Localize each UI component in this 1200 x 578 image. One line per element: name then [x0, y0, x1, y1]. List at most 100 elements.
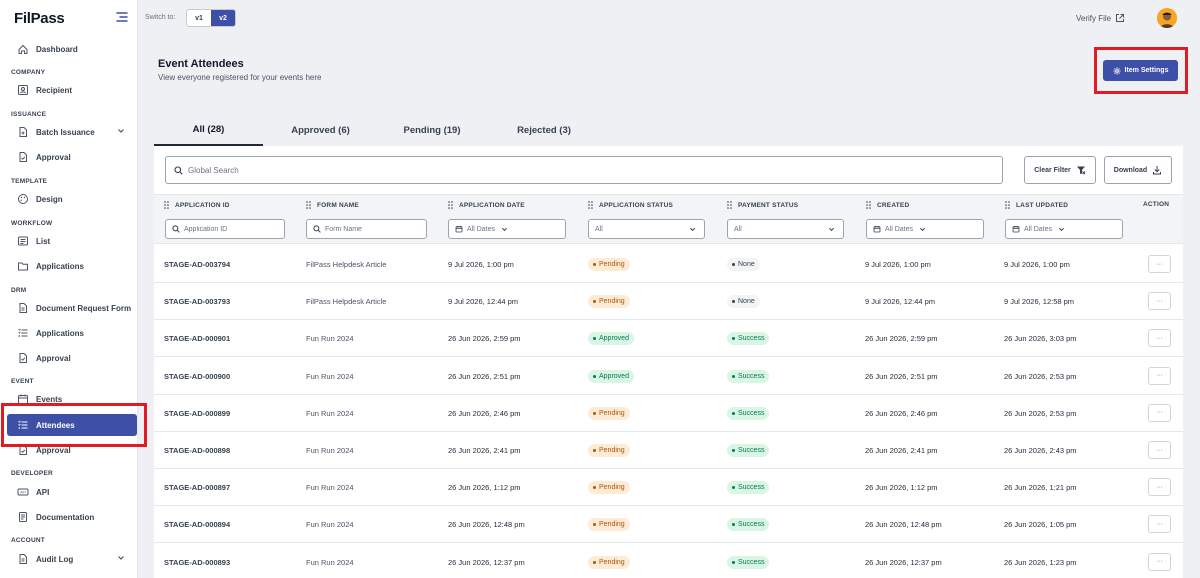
sidebar-item-design[interactable]: Design — [7, 188, 137, 210]
cell-form-name: Fun Run 2024 — [306, 557, 354, 567]
cell-application-id[interactable]: STAGE-AD-000894 — [164, 506, 230, 543]
grip-icon[interactable] — [866, 201, 871, 209]
cell-last-updated: 26 Jun 2026, 3:03 pm — [1004, 334, 1077, 344]
cell-application-id[interactable]: STAGE-AD-000901 — [164, 320, 230, 357]
documentation-icon — [17, 511, 29, 523]
cell-created: 26 Jun 2026, 2:41 pm — [865, 446, 938, 455]
clear-filter-button[interactable]: Clear Filter — [1024, 156, 1096, 184]
cell-application-id[interactable]: STAGE-AD-000899 — [164, 395, 230, 432]
filter-value: All — [595, 225, 603, 233]
download-button[interactable]: Download — [1104, 156, 1172, 184]
row-action-button[interactable]: ··· — [1148, 478, 1171, 497]
column-label: PAYMENT STATUS — [738, 201, 799, 209]
cell-payment-status: Success — [727, 432, 770, 469]
cell-application-id[interactable]: STAGE-AD-003794 — [164, 246, 230, 283]
table-row[interactable]: STAGE-AD-003794 FilPass Helpdesk Article 9… — [154, 246, 1183, 283]
cell-application-id[interactable]: STAGE-AD-003793 — [164, 283, 230, 320]
tab-rejected[interactable]: Rejected (3) — [486, 114, 602, 146]
hamburger-icon[interactable] — [116, 12, 128, 22]
page-subtitle: View everyone registered for your events… — [158, 73, 322, 82]
sidebar-item-recipient[interactable]: Recipient — [7, 79, 137, 101]
avatar[interactable] — [1157, 8, 1177, 28]
table-row[interactable]: STAGE-AD-000901 Fun Run 2024 26 Jun 2026, … — [154, 320, 1183, 358]
filter-created[interactable]: All Dates — [866, 219, 984, 239]
row-action-button[interactable]: ··· — [1148, 515, 1171, 534]
column-header-form-name[interactable]: FORM NAME — [306, 201, 359, 209]
row-action-button[interactable]: ··· — [1148, 329, 1171, 348]
column-header-last-updated[interactable]: LAST UPDATED — [1005, 201, 1068, 209]
column-header-created[interactable]: CREATED — [866, 201, 909, 209]
sidebar-item-api[interactable]: API API — [7, 481, 137, 503]
row-action-button[interactable]: ··· — [1148, 292, 1171, 311]
table-row[interactable]: STAGE-AD-000900 Fun Run 2024 26 Jun 2026, … — [154, 358, 1183, 395]
column-header-application-date[interactable]: APPLICATION DATE — [448, 201, 525, 209]
table-row[interactable]: STAGE-AD-000899 Fun Run 2024 26 Jun 2026, … — [154, 395, 1183, 432]
application-id-input[interactable] — [184, 225, 274, 233]
sidebar-item-documentation[interactable]: Documentation — [7, 506, 137, 528]
cell-last-updated: 26 Jun 2026, 1:21 pm — [1004, 483, 1077, 493]
column-header-application-id[interactable]: APPLICATION ID — [164, 201, 230, 209]
row-action-button[interactable]: ··· — [1148, 441, 1171, 459]
sidebar-item-list[interactable]: List — [7, 230, 137, 252]
row-action-button[interactable]: ··· — [1148, 552, 1171, 571]
folder-icon — [17, 260, 29, 272]
tab-approved[interactable]: Approved (6) — [263, 114, 378, 146]
version-v1-button[interactable]: v1 — [187, 10, 211, 26]
filter-application-status[interactable]: All — [588, 219, 705, 239]
filter-application-id[interactable] — [165, 219, 285, 239]
cell-last-updated: 9 Jul 2026, 12:58 pm — [1004, 297, 1075, 307]
app-logo[interactable]: FilPass — [14, 10, 65, 27]
version-v2-button[interactable]: v2 — [211, 10, 235, 26]
cell-application-status: Approved — [588, 320, 634, 357]
global-search[interactable] — [165, 156, 1003, 184]
design-icon — [17, 193, 29, 205]
sidebar-item-label: API — [36, 487, 50, 497]
tab-all[interactable]: All (28) — [154, 114, 263, 146]
form-name-input[interactable] — [325, 225, 415, 233]
payment-badge-label: None — [738, 298, 755, 306]
tab-pending[interactable]: Pending (19) — [378, 114, 486, 146]
column-header-payment-status[interactable]: PAYMENT STATUS — [727, 201, 798, 209]
filter-application-date[interactable]: All Dates — [448, 219, 566, 239]
sidebar-item-approval-drm[interactable]: Approval — [7, 347, 137, 369]
sidebar-item-audit-log[interactable]: Audit Log — [7, 548, 137, 570]
sidebar-item-applications-drm[interactable]: Applications — [7, 322, 137, 344]
sidebar-item-label: Documentation — [36, 512, 95, 522]
cell-last-updated: 26 Jun 2026, 1:05 pm — [1004, 520, 1077, 530]
filter-value: All Dates — [467, 225, 496, 233]
filter-payment-status[interactable]: All — [727, 219, 844, 239]
column-header-application-status[interactable]: APPLICATION STATUS — [588, 201, 673, 209]
cell-application-id[interactable]: STAGE-AD-000900 — [164, 358, 230, 395]
cell-form-name: Fun Run 2024 — [306, 483, 354, 493]
payment-badge-label: Success — [738, 409, 765, 417]
grip-icon[interactable] — [588, 201, 593, 209]
chevron-down-icon[interactable] — [117, 554, 125, 562]
verify-file-link[interactable]: Verify File — [1076, 13, 1125, 23]
row-action-button[interactable]: ··· — [1148, 403, 1171, 422]
table-row[interactable]: STAGE-AD-003793 FilPass Helpdesk Article 9… — [154, 283, 1183, 321]
table-row[interactable]: STAGE-AD-000897 Fun Run 2024 26 Jun 2026, … — [154, 469, 1183, 507]
sidebar-item-document-request-form[interactable]: Document Request Form — [7, 297, 137, 319]
table-row[interactable]: STAGE-AD-000894 Fun Run 2024 26 Jun 2026, … — [154, 506, 1183, 544]
search-input[interactable] — [188, 165, 888, 175]
grip-icon[interactable] — [727, 201, 732, 209]
sidebar-item-applications-workflow[interactable]: Applications — [7, 255, 137, 277]
filter-last-updated[interactable]: All Dates — [1005, 219, 1123, 239]
cell-application-id[interactable]: STAGE-AD-000897 — [164, 469, 230, 506]
cell-application-id[interactable]: STAGE-AD-000893 — [164, 544, 230, 578]
chevron-down-icon[interactable] — [117, 127, 125, 135]
table-row[interactable]: STAGE-AD-000893 Fun Run 2024 26 Jun 2026, … — [154, 544, 1183, 578]
cell-application-id[interactable]: STAGE-AD-000898 — [164, 432, 230, 469]
sidebar-item-batch-issuance[interactable]: Batch Issuance — [7, 121, 137, 143]
sidebar-item-approval-issuance[interactable]: Approval — [7, 146, 137, 168]
grip-icon[interactable] — [1005, 201, 1010, 209]
filter-form-name[interactable] — [306, 219, 427, 239]
grip-icon[interactable] — [448, 201, 453, 209]
table-row[interactable]: STAGE-AD-000898 Fun Run 2024 26 Jun 2026, … — [154, 432, 1183, 469]
row-action-button[interactable]: ··· — [1148, 366, 1171, 385]
grip-icon[interactable] — [306, 201, 311, 209]
row-action-button[interactable]: ··· — [1148, 255, 1171, 273]
svg-text:API: API — [20, 491, 26, 495]
sidebar-item-dashboard[interactable]: Dashboard — [7, 38, 137, 60]
grip-icon[interactable] — [164, 201, 169, 209]
